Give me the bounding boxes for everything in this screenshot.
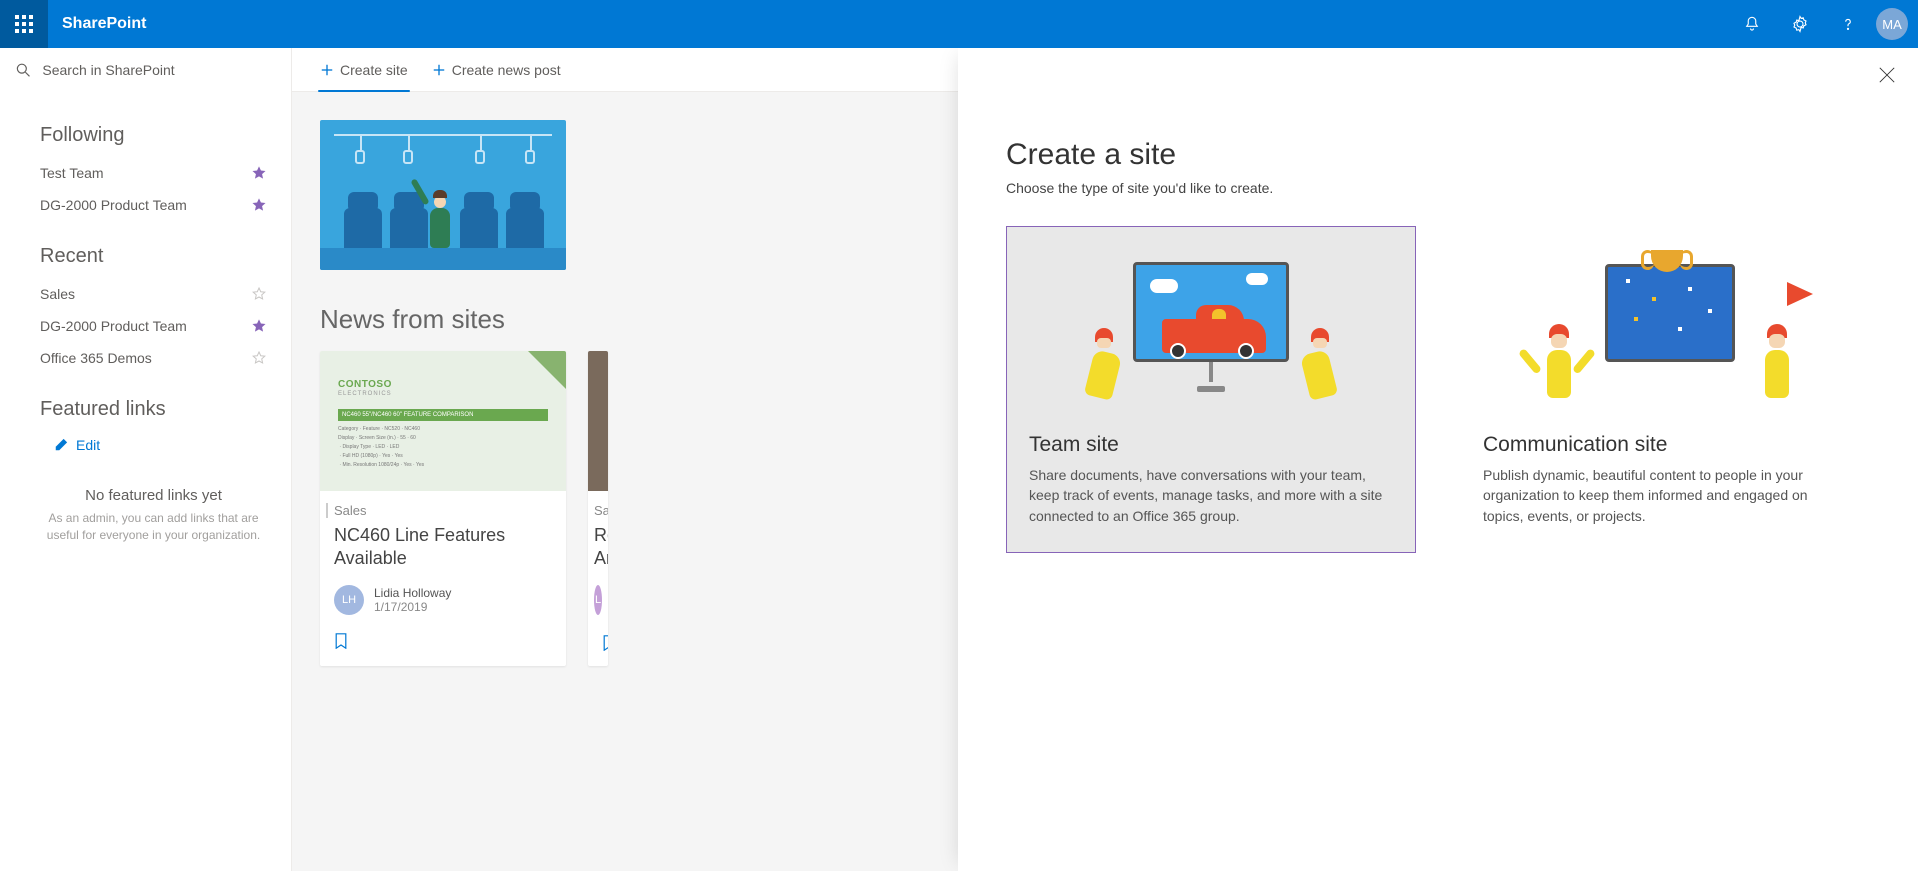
- star-empty-icon[interactable]: [251, 286, 267, 302]
- plus-icon: [320, 63, 334, 77]
- command-label: Create site: [340, 62, 408, 78]
- settings-button[interactable]: [1776, 0, 1824, 48]
- notifications-button[interactable]: [1728, 0, 1776, 48]
- brand-label[interactable]: SharePoint: [48, 15, 160, 33]
- search-icon: [16, 62, 30, 78]
- following-heading: Following: [40, 124, 267, 147]
- recent-heading: Recent: [40, 245, 267, 268]
- thumb-band: NC460 55"/NC460 60" FEATURE COMPARISON: [338, 409, 548, 421]
- pencil-icon: [54, 438, 68, 452]
- bookmark-button[interactable]: [602, 638, 608, 654]
- close-panel-button[interactable]: [1878, 66, 1896, 87]
- app-launcher-button[interactable]: [0, 0, 48, 48]
- close-icon: [1878, 66, 1896, 84]
- edit-label: Edit: [76, 437, 100, 453]
- suite-bar: SharePoint MA: [0, 0, 1918, 48]
- hero-illustration: [320, 120, 566, 270]
- following-item[interactable]: DG-2000 Product Team: [40, 189, 267, 221]
- option-description: Share documents, have conversations with…: [1029, 465, 1393, 526]
- featured-heading: Featured links: [40, 398, 267, 421]
- search-box[interactable]: [0, 48, 291, 92]
- news-card[interactable]: Sa ReAr L: [588, 351, 608, 666]
- bell-icon: [1743, 15, 1761, 33]
- news-title: NC460 Line Features Available: [334, 524, 552, 569]
- option-title: Communication site: [1483, 433, 1847, 457]
- bookmark-icon: [334, 633, 348, 649]
- gear-icon: [1791, 15, 1809, 33]
- recent-item[interactable]: Office 365 Demos: [40, 342, 267, 374]
- main-content: Create site Create news post News from s…: [292, 48, 1918, 871]
- star-empty-icon[interactable]: [251, 350, 267, 366]
- recent-item-label: Sales: [40, 286, 251, 302]
- plus-icon: [432, 63, 446, 77]
- news-site-label: Sa: [588, 503, 602, 518]
- create-site-panel: Create a site Choose the type of site yo…: [958, 48, 1918, 871]
- news-card[interactable]: CONTOSO ELECTRONICS NC460 55"/NC460 60" …: [320, 351, 566, 666]
- panel-title: Create a site: [1006, 138, 1870, 172]
- waffle-icon: [14, 14, 34, 34]
- recent-item[interactable]: Sales: [40, 278, 267, 310]
- thumb-sub: ELECTRONICS: [338, 391, 392, 397]
- star-filled-icon[interactable]: [251, 197, 267, 213]
- command-label: Create news post: [452, 62, 561, 78]
- search-input[interactable]: [42, 62, 275, 78]
- author-avatar: L: [594, 585, 602, 615]
- account-avatar[interactable]: MA: [1876, 8, 1908, 40]
- help-button[interactable]: [1824, 0, 1872, 48]
- communication-site-illustration: [1461, 227, 1869, 427]
- news-thumbnail: [588, 351, 608, 491]
- bookmark-button[interactable]: [334, 636, 348, 652]
- news-date: 1/17/2019: [374, 600, 451, 614]
- panel-subtitle: Choose the type of site you'd like to cr…: [1006, 180, 1870, 196]
- no-featured-message: No featured links yet As an admin, you c…: [40, 487, 267, 544]
- thumb-logo: CONTOSO: [338, 379, 392, 390]
- news-site-label: Sales: [326, 503, 552, 518]
- no-featured-title: No featured links yet: [40, 487, 267, 504]
- team-site-option[interactable]: Team site Share documents, have conversa…: [1006, 226, 1416, 553]
- recent-item[interactable]: DG-2000 Product Team: [40, 310, 267, 342]
- author-name: Lidia Holloway: [374, 586, 451, 600]
- edit-featured-links[interactable]: Edit: [40, 431, 267, 459]
- communication-site-option[interactable]: Communication site Publish dynamic, beau…: [1460, 226, 1870, 553]
- no-featured-body: As an admin, you can add links that are …: [40, 510, 267, 544]
- star-filled-icon[interactable]: [251, 318, 267, 334]
- following-item-label: Test Team: [40, 165, 251, 181]
- star-filled-icon[interactable]: [251, 165, 267, 181]
- author-avatar: LH: [334, 585, 364, 615]
- following-item[interactable]: Test Team: [40, 157, 267, 189]
- left-nav: Following Test Team DG-2000 Product Team…: [0, 48, 292, 871]
- create-site-command[interactable]: Create site: [318, 58, 410, 82]
- option-description: Publish dynamic, beautiful content to pe…: [1483, 465, 1847, 526]
- bookmark-icon: [602, 635, 608, 651]
- recent-item-label: DG-2000 Product Team: [40, 318, 251, 334]
- news-title: ReAr: [594, 524, 602, 569]
- create-news-command[interactable]: Create news post: [430, 58, 563, 82]
- team-site-illustration: [1007, 227, 1415, 427]
- option-title: Team site: [1029, 433, 1393, 457]
- following-item-label: DG-2000 Product Team: [40, 197, 251, 213]
- recent-item-label: Office 365 Demos: [40, 350, 251, 366]
- news-thumbnail: CONTOSO ELECTRONICS NC460 55"/NC460 60" …: [320, 351, 566, 491]
- question-icon: [1839, 15, 1857, 33]
